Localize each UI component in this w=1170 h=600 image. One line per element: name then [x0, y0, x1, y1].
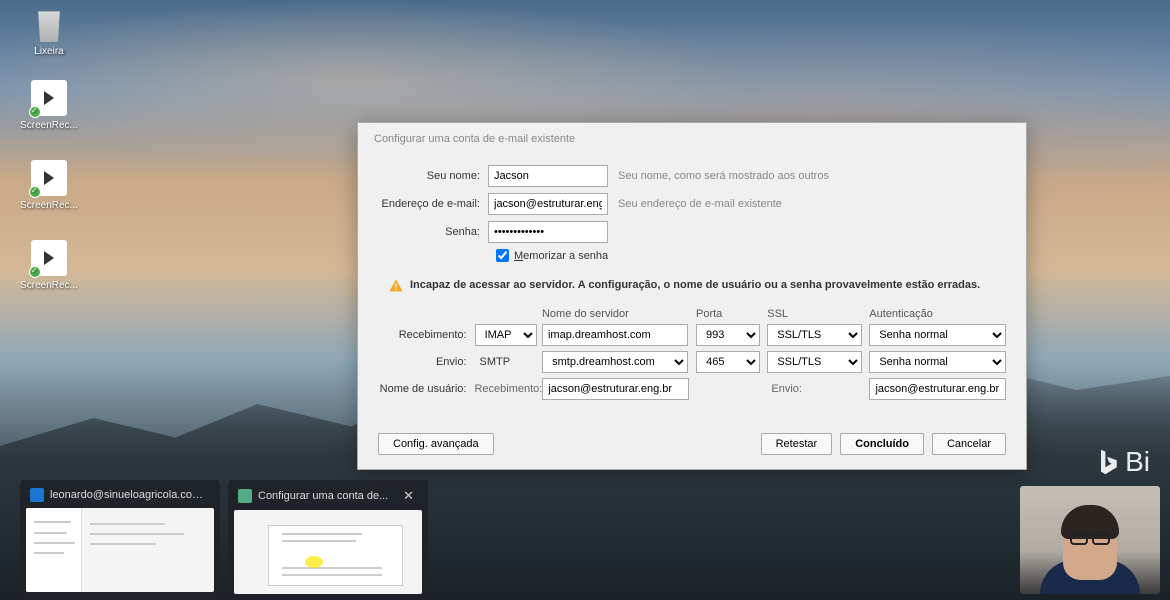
incoming-port-select[interactable]: 993 [696, 324, 760, 346]
outgoing-ssl-select[interactable]: SSL/TLS [767, 351, 861, 373]
email-setup-dialog: Configurar uma conta de e-mail existente… [357, 122, 1027, 470]
name-hint: Seu nome, como será mostrado aos outros [618, 170, 829, 182]
preview-thumbnail [26, 508, 214, 592]
desktop-icon-screenrec-3[interactable]: ScreenRec... [14, 240, 84, 291]
bing-watermark: Bi [1097, 446, 1150, 478]
username-label: Nome de usuário: [378, 383, 474, 395]
video-file-icon [31, 80, 67, 116]
warning-banner: Incapaz de acessar ao servidor. A config… [388, 278, 1006, 294]
username-outgoing-label: Envio: [767, 383, 861, 395]
desktop-icon-label: ScreenRec... [14, 120, 84, 131]
done-button[interactable]: Concluído [840, 433, 924, 455]
close-icon[interactable]: ✕ [399, 488, 418, 504]
bing-logo-icon [1097, 448, 1119, 476]
cancel-button[interactable]: Cancelar [932, 433, 1006, 455]
dialog-title: Configurar uma conta de e-mail existente [358, 123, 1026, 155]
video-file-icon [31, 160, 67, 196]
desktop-icon-screenrec-2[interactable]: ScreenRec... [14, 160, 84, 211]
password-input[interactable] [488, 221, 608, 243]
outgoing-port-select[interactable]: 465 [696, 351, 760, 373]
desktop-icon-screenrec-1[interactable]: ScreenRec... [14, 80, 84, 131]
taskbar-preview-config-dialog[interactable]: Configurar uma conta de... ✕ [228, 480, 428, 600]
retest-button[interactable]: Retestar [761, 433, 833, 455]
username-outgoing-input[interactable] [869, 378, 1006, 400]
preview-thumbnail [234, 510, 422, 594]
warning-text: Incapaz de acessar ao servidor. A config… [410, 278, 980, 293]
desktop-icon-trash[interactable]: Lixeira [14, 6, 84, 57]
remember-password-label: Memorizar a senha [514, 250, 608, 262]
preview-title-text: Configurar uma conta de... [258, 490, 399, 502]
webcam-overlay [1020, 486, 1160, 594]
name-label: Seu nome: [378, 170, 488, 182]
email-input[interactable] [488, 193, 608, 215]
sync-badge-icon [29, 266, 41, 278]
outgoing-auth-select[interactable]: Senha normal [869, 351, 1006, 373]
thunderbird-icon [30, 488, 44, 502]
taskbar-previews: leonardo@sinueloagricola.com... Configur… [20, 480, 428, 600]
email-hint: Seu endereço de e-mail existente [618, 198, 782, 210]
incoming-label: Recebimento: [378, 329, 475, 341]
username-incoming-label: Recebimento: [474, 383, 542, 395]
password-label: Senha: [378, 226, 488, 238]
remember-password-checkbox[interactable] [496, 249, 509, 262]
incoming-server-input[interactable] [542, 324, 688, 346]
outgoing-server-select[interactable]: smtp.dreamhost.com [542, 351, 688, 373]
preview-title-text: leonardo@sinueloagricola.com... [50, 489, 210, 501]
desktop-icon-label: Lixeira [14, 46, 84, 57]
taskbar-preview-thunderbird[interactable]: leonardo@sinueloagricola.com... [20, 480, 220, 600]
incoming-protocol-select[interactable]: IMAP [475, 324, 537, 346]
header-server: Nome do servidor [542, 308, 688, 320]
header-auth: Autenticação [869, 308, 1006, 320]
bing-text: Bi [1125, 446, 1150, 478]
sync-badge-icon [29, 106, 41, 118]
email-label: Endereço de e-mail: [378, 198, 488, 210]
header-ssl: SSL [767, 308, 861, 320]
header-port: Porta [696, 308, 760, 320]
desktop-icon-label: ScreenRec... [14, 280, 84, 291]
window-icon [238, 489, 252, 503]
trash-icon [31, 6, 67, 42]
video-file-icon [31, 240, 67, 276]
outgoing-label: Envio: [378, 356, 475, 368]
outgoing-protocol-text: SMTP [475, 356, 543, 368]
warning-icon [388, 278, 404, 294]
name-input[interactable] [488, 165, 608, 187]
username-incoming-input[interactable] [542, 378, 688, 400]
incoming-ssl-select[interactable]: SSL/TLS [767, 324, 861, 346]
incoming-auth-select[interactable]: Senha normal [869, 324, 1006, 346]
desktop-icon-label: ScreenRec... [14, 200, 84, 211]
advanced-config-button[interactable]: Config. avançada [378, 433, 494, 455]
sync-badge-icon [29, 186, 41, 198]
